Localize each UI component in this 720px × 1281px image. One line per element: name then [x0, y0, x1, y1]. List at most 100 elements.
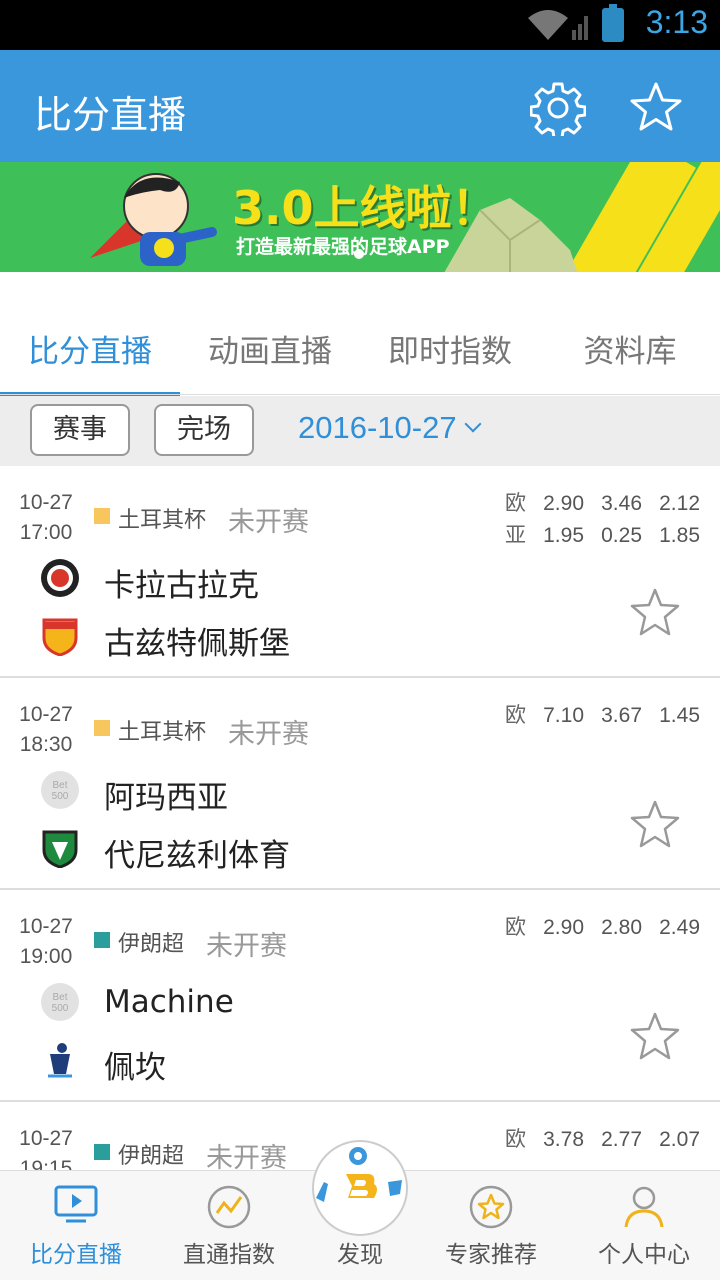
away-team-name: 佩坎 [104, 1050, 166, 1086]
filter-bar: 赛事 完场 2016-10-27 [0, 396, 720, 466]
home-team-name: Machine [104, 984, 234, 1020]
match-time: 19:00 [19, 945, 73, 968]
league-name: 土耳其杯 [118, 508, 207, 533]
match-list[interactable]: 10-27 17:00 土耳其杯 未开赛 欧 2.90 3.46 2.12 亚 1.95… [0, 466, 720, 1170]
home-team-placeholder-logo: Bet500 [41, 771, 79, 809]
odds-value: 3.46 [601, 492, 642, 515]
favorite-star-icon[interactable] [628, 1010, 682, 1064]
home-team-name: 阿玛西亚 [104, 780, 228, 816]
match-odds: 欧 2.90 3.46 2.12 亚 1.95 0.25 1.85 [505, 488, 700, 552]
match-date: 10-27 [19, 703, 73, 726]
favorites-star-icon[interactable] [628, 80, 684, 136]
status-bar: 3:13 [0, 0, 720, 50]
match-row[interactable]: 10-27 19:00 伊朗超 未开赛 欧 2.90 2.80 2.49 Bet 500… [0, 890, 720, 1102]
match-datetime: 10-27 19:15 [16, 1124, 76, 1170]
svg-text:500: 500 [52, 791, 69, 802]
match-datetime: 10-27 19:00 [16, 912, 76, 972]
nav-label: 专家推荐 [445, 1242, 537, 1268]
away-team-logo [42, 618, 78, 656]
league-name: 土耳其杯 [118, 720, 207, 745]
league-name: 伊朗超 [118, 932, 185, 957]
match-row[interactable]: 10-27 18:30 土耳其杯 未开赛 欧 7.10 3.67 1.45 Bet 50… [0, 678, 720, 890]
app-bar: 比分直播 [0, 50, 720, 162]
odds-value: 1.45 [659, 704, 700, 727]
page-title: 比分直播 [34, 93, 187, 137]
odds-euro-row: 欧 7.10 3.67 1.45 [505, 700, 700, 732]
settings-gear-icon[interactable] [530, 80, 586, 136]
expert-star-icon [469, 1185, 513, 1229]
odds-euro-label: 欧 [505, 492, 526, 515]
svg-text:Bet: Bet [52, 780, 67, 791]
date-selector[interactable]: 2016-10-27 [298, 410, 482, 446]
banner-page-indicator [354, 249, 364, 259]
discover-fab-button[interactable] [312, 1140, 408, 1236]
odds-value: 2.90 [543, 916, 584, 939]
match-time: 17:00 [19, 521, 73, 544]
tv-icon [54, 1185, 98, 1223]
match-odds: 欧 7.10 3.67 1.45 [505, 700, 700, 732]
match-time: 18:30 [19, 733, 73, 756]
away-team-logo [48, 1043, 72, 1078]
odds-euro-row: 欧 2.90 2.80 2.49 [505, 912, 700, 944]
odds-value: 3.78 [543, 1128, 584, 1151]
favorite-star-icon[interactable] [628, 586, 682, 640]
banner-subline: 打造最新最强的足球APP [236, 236, 450, 258]
tab-live-odds[interactable]: 即时指数 [360, 326, 540, 371]
odds-euro-row: 欧 2.90 3.46 2.12 [505, 488, 700, 520]
odds-value: 2.80 [601, 916, 642, 939]
battery-icon [602, 4, 624, 42]
match-row[interactable]: 10-27 17:00 土耳其杯 未开赛 欧 2.90 3.46 2.12 亚 1.95… [0, 466, 720, 678]
status-time: 3:13 [645, 4, 708, 40]
league-color-marker [94, 932, 110, 948]
nav-score-live[interactable]: 比分直播 [4, 1171, 148, 1281]
user-icon [624, 1186, 664, 1228]
banner-headline: 3.0上线啦！ [232, 181, 498, 235]
tab-score-live[interactable]: 比分直播 [0, 326, 180, 371]
league-color-marker [94, 1144, 110, 1160]
match-state: 未开赛 [206, 931, 287, 962]
divider [0, 394, 720, 395]
odds-value: 2.12 [659, 492, 700, 515]
nav-expert-picks[interactable]: 专家推荐 [419, 1171, 563, 1281]
league-name: 伊朗超 [118, 1144, 185, 1169]
odds-value: 1.95 [543, 524, 584, 547]
match-date: 10-27 [19, 491, 73, 514]
wifi-icon [528, 10, 588, 40]
match-state: 未开赛 [228, 507, 309, 538]
odds-value: 3.67 [601, 704, 642, 727]
tab-animation-live[interactable]: 动画直播 [180, 326, 360, 371]
away-team-logo [42, 830, 78, 868]
nav-label: 发现 [337, 1242, 383, 1268]
odds-euro-label: 欧 [505, 1128, 526, 1151]
nav-profile[interactable]: 个人中心 [572, 1171, 716, 1281]
match-date: 10-27 [19, 1127, 73, 1150]
odds-euro-label: 欧 [505, 704, 526, 727]
odds-value: 1.85 [659, 524, 700, 547]
home-team-logo [41, 559, 79, 597]
nav-label: 比分直播 [30, 1242, 122, 1268]
match-datetime: 10-27 17:00 [16, 488, 76, 548]
match-datetime: 10-27 18:30 [16, 700, 76, 760]
odds-value: 2.90 [543, 492, 584, 515]
superhero-mascot-icon [90, 173, 217, 266]
date-value: 2016-10-27 [298, 410, 457, 445]
match-state: 未开赛 [206, 1143, 287, 1170]
league-color-marker [94, 508, 110, 524]
league-color-marker [94, 720, 110, 736]
main-tabs: 比分直播 动画直播 即时指数 资料库 [0, 306, 720, 396]
home-team-name: 卡拉古拉克 [104, 568, 259, 604]
tab-database[interactable]: 资料库 [540, 326, 720, 371]
odds-euro-row: 欧 3.78 2.77 2.07 [505, 1124, 700, 1156]
odds-asian-label: 亚 [505, 524, 526, 547]
match-odds: 欧 2.90 2.80 2.49 [505, 912, 700, 944]
match-date: 10-27 [19, 915, 73, 938]
favorite-star-icon[interactable] [628, 798, 682, 852]
finished-filter-button[interactable]: 完场 [154, 404, 254, 456]
nav-direct-odds[interactable]: 直通指数 [157, 1171, 301, 1281]
event-filter-button[interactable]: 赛事 [30, 404, 130, 456]
discover-icon [316, 1147, 402, 1202]
odds-value: 2.07 [659, 1128, 700, 1151]
odds-value: 0.25 [601, 524, 642, 547]
match-state: 未开赛 [228, 719, 309, 750]
away-team-name: 古兹特佩斯堡 [104, 626, 290, 662]
